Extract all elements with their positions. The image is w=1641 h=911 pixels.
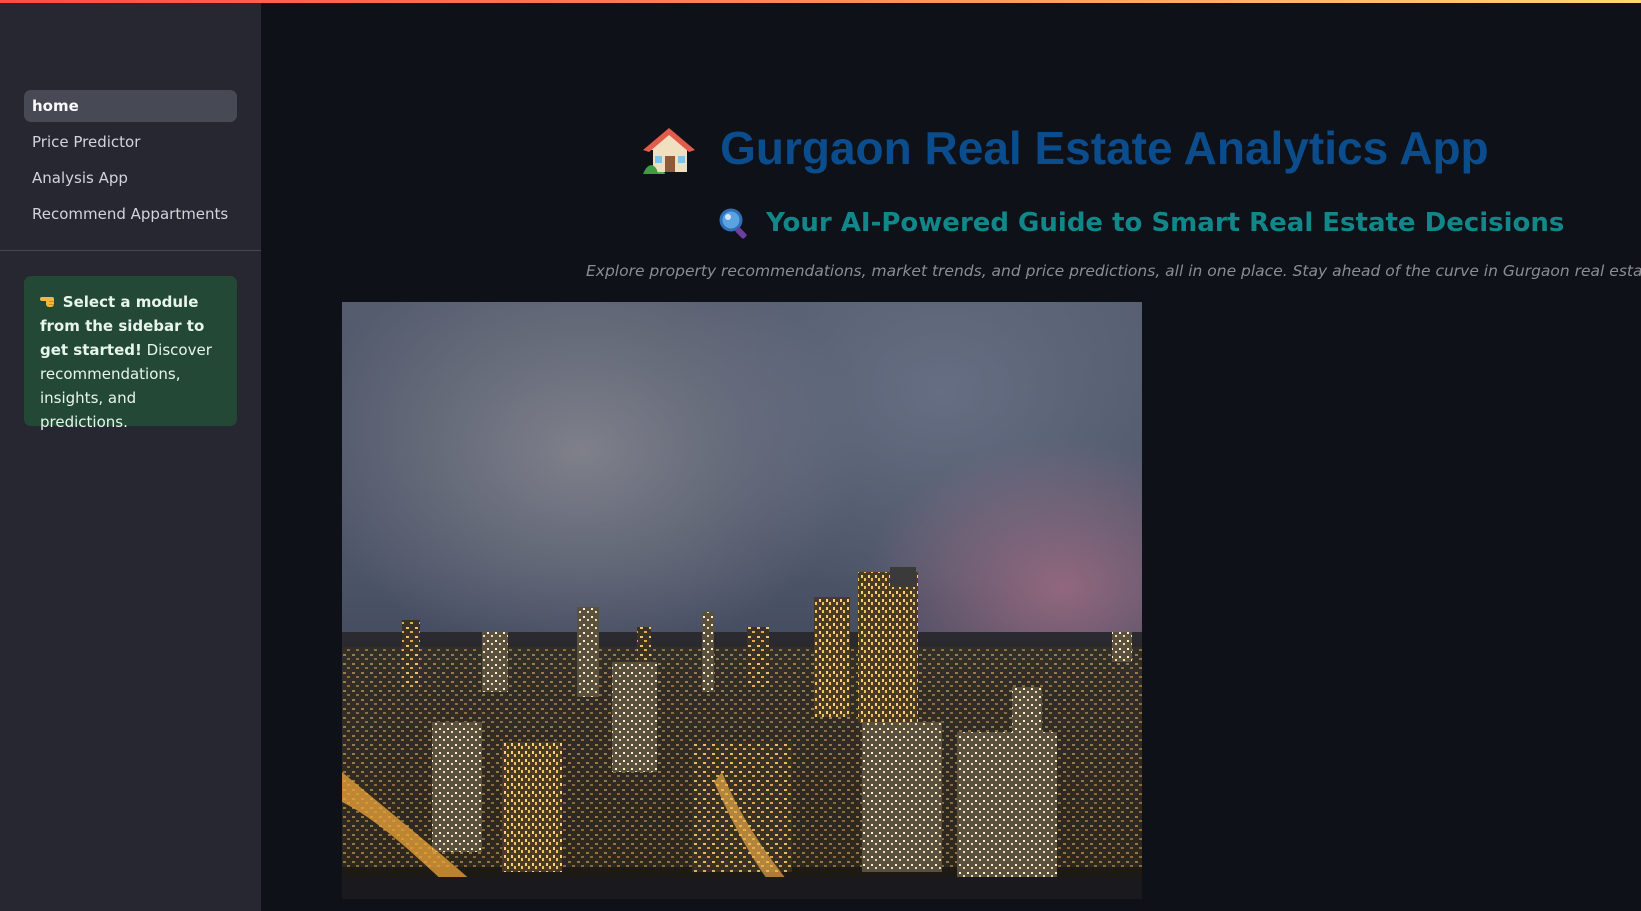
house-icon (641, 120, 697, 176)
sidebar-item-price-predictor[interactable]: Price Predictor (24, 126, 237, 158)
sidebar-nav: home Price Predictor Analysis App Recomm… (24, 90, 237, 234)
sidebar: home Price Predictor Analysis App Recomm… (0, 0, 261, 911)
main-content: Gurgaon Real Estate Analytics App Your A… (261, 0, 1641, 911)
page-title-row: Gurgaon Real Estate Analytics App (641, 120, 1489, 184)
hero-image (342, 302, 1142, 899)
sidebar-item-recommend-appartments[interactable]: Recommend Appartments (24, 198, 237, 230)
magnifier-icon (717, 206, 751, 240)
page-title: Gurgaon Real Estate Analytics App (720, 122, 1489, 174)
pointing-hand-icon (40, 293, 63, 311)
page-subtitle-row: Your AI-Powered Guide to Smart Real Esta… (717, 206, 1564, 240)
page-subtitle: Your AI-Powered Guide to Smart Real Esta… (766, 208, 1565, 238)
sidebar-item-analysis-app[interactable]: Analysis App (24, 162, 237, 194)
sidebar-item-home[interactable]: home (24, 90, 237, 122)
top-decoration-bar (0, 0, 1641, 3)
sidebar-info-box: Select a module from the sidebar to get … (24, 276, 237, 431)
page-tagline: Explore property recommendations, market… (586, 262, 1641, 280)
sidebar-divider (0, 250, 261, 251)
